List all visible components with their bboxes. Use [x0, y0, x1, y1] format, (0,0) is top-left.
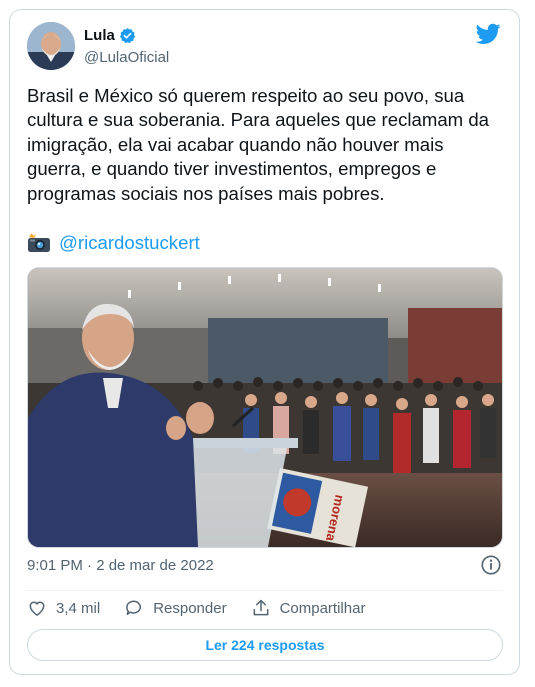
reply-label: Responder: [153, 599, 227, 617]
author-name-row: Lula: [84, 27, 136, 44]
share-icon: [253, 599, 268, 616]
twitter-logo-icon[interactable]: [476, 23, 501, 45]
like-button[interactable]: 3,4 mil: [27, 598, 100, 618]
info-icon[interactable]: [480, 554, 502, 576]
share-label: Compartilhar: [279, 599, 366, 617]
photo-credit: @ricardostuckert: [27, 232, 200, 254]
read-replies-button[interactable]: Ler 224 respostas: [27, 629, 503, 661]
heart-icon: [29, 601, 45, 616]
share-button[interactable]: Compartilhar: [251, 598, 366, 618]
camera-flash-icon: [28, 233, 50, 252]
author-handle[interactable]: @LulaOficial: [84, 49, 169, 66]
like-count: 3,4 mil: [56, 599, 101, 617]
reply-button[interactable]: Responder: [124, 598, 227, 618]
tweet-card: Lula @LulaOficial Brasil e México só que…: [9, 9, 520, 675]
avatar-image: [27, 22, 75, 70]
verified-badge-icon: [119, 28, 135, 44]
reply-bubble-icon: [126, 600, 142, 615]
tweet-photo[interactable]: morena: [27, 267, 503, 548]
tweet-actions: 3,4 mil Responder Compartilhar: [27, 598, 389, 618]
tweet-text: Brasil e México só querem respeito ao se…: [27, 85, 495, 204]
author-name[interactable]: Lula: [84, 27, 115, 44]
photo-credit-link[interactable]: @ricardostuckert: [59, 232, 200, 254]
divider: [27, 590, 502, 591]
event-photo: morena: [28, 268, 502, 547]
tweet-timestamp[interactable]: 9:01 PM · 2 de mar de 2022: [27, 557, 214, 574]
avatar[interactable]: [27, 22, 75, 70]
